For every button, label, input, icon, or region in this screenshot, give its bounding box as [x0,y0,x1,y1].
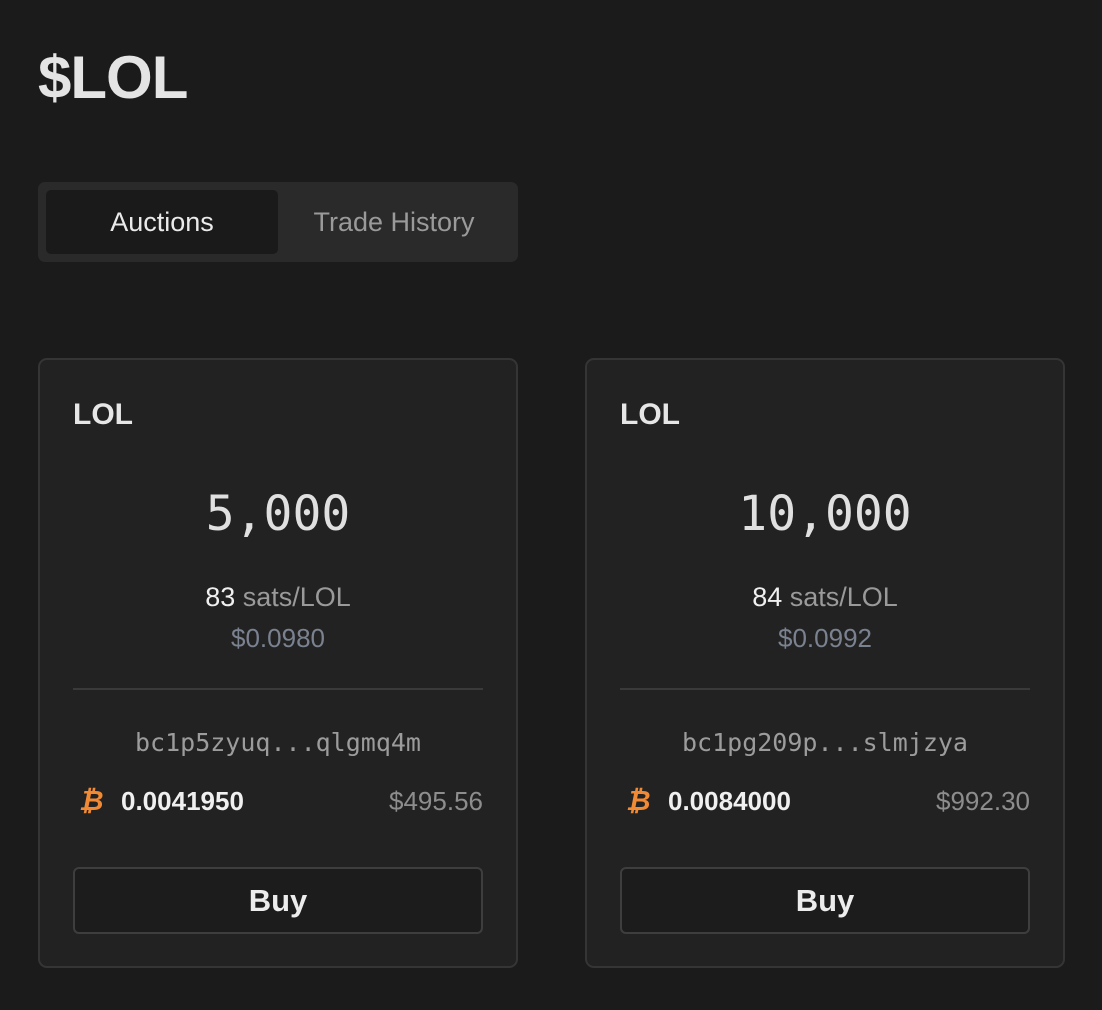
page-title: $LOL [38,44,188,111]
token-amount: 10,000 [738,486,912,542]
auction-card: LOL 5,000 83 sats/LOL $0.0980 bc1p5zyuq.… [38,358,518,968]
price-per-token: 84 sats/LOL [587,582,1063,613]
bitcoin-icon: ₿ [79,784,104,817]
total-price-row: ₿ 0.0084000 $992.30 [620,784,1030,818]
unit-usd-price: $0.0992 [778,623,872,653]
auction-card: LOL 10,000 84 sats/LOL $0.0992 bc1pg209p… [585,358,1065,968]
total-price-row: ₿ 0.0041950 $495.56 [73,784,483,818]
buy-button[interactable]: Buy [73,867,483,934]
usd-total: $495.56 [389,786,483,816]
token-name: LOL [73,398,133,431]
usd-total: $992.30 [936,786,1030,816]
divider [620,688,1030,690]
rate-unit: sats/LOL [242,582,351,612]
divider [73,688,483,690]
btc-amount: 0.0041950 [121,786,244,816]
seller-address[interactable]: bc1p5zyuq...qlgmq4m [40,728,516,757]
tab-auctions[interactable]: Auctions [46,190,278,254]
price-per-token: 83 sats/LOL [40,582,516,613]
seller-address[interactable]: bc1pg209p...slmjzya [587,728,1063,757]
token-amount: 5,000 [205,486,351,542]
tab-trade-history[interactable]: Trade History [278,190,510,254]
rate-unit: sats/LOL [789,582,898,612]
rate-value: 84 [752,582,783,612]
rate-value: 83 [205,582,236,612]
btc-amount: 0.0084000 [668,786,791,816]
unit-usd-price: $0.0980 [231,623,325,653]
token-name: LOL [620,398,680,431]
buy-button[interactable]: Buy [620,867,1030,934]
bitcoin-icon: ₿ [626,784,651,817]
tab-bar: Auctions Trade History [38,182,518,262]
